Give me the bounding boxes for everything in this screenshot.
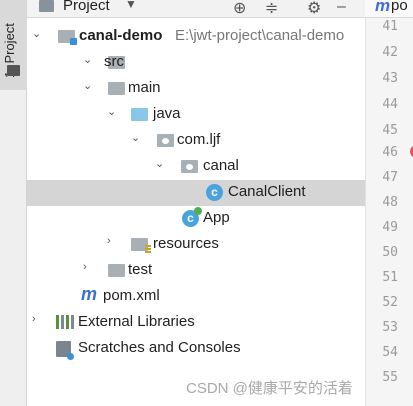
line-number: 47 xyxy=(382,170,398,185)
line-number: 41 xyxy=(382,19,398,34)
tree-item-external-libraries[interactable]: › External Libraries xyxy=(27,310,365,336)
line-number: 55 xyxy=(382,370,398,385)
chevron-down-icon[interactable]: ⌄ xyxy=(155,157,164,170)
watermark: CSDN @健康平安的活着 xyxy=(186,380,353,397)
class-icon: c xyxy=(206,184,223,201)
resources-folder-icon xyxy=(131,238,151,253)
line-number: 44 xyxy=(382,97,398,112)
project-view-selector[interactable]: Project xyxy=(63,0,110,14)
tree-item-label: resources xyxy=(153,235,219,252)
gear-icon[interactable]: ⚙ xyxy=(307,0,321,18)
libraries-icon xyxy=(56,315,74,329)
chevron-right-icon[interactable]: › xyxy=(32,313,36,325)
tree-item-label: CanalClient xyxy=(228,183,306,200)
editor-gutter: 41 42 43 44 45 46 47 48 49 50 51 52 53 5… xyxy=(365,0,413,406)
tree-item-label: test xyxy=(128,261,153,278)
tree-item-label: canal-demo xyxy=(79,27,163,44)
line-number: 50 xyxy=(382,245,398,260)
chevron-down-icon[interactable]: ⌄ xyxy=(131,131,140,144)
chevron-down-icon[interactable]: ⌄ xyxy=(83,53,92,66)
project-icon xyxy=(39,0,54,12)
line-number: 43 xyxy=(382,71,398,86)
tree-item-label: Scratches and Consoles xyxy=(78,339,241,356)
maven-icon: m xyxy=(81,284,98,304)
module-folder-icon xyxy=(58,30,77,45)
chevron-right-icon[interactable]: › xyxy=(83,261,87,273)
chevron-down-icon[interactable]: ⌄ xyxy=(107,105,116,118)
line-number: 45 xyxy=(382,123,398,138)
hide-panel-icon[interactable]: – xyxy=(337,0,346,16)
chevron-down-icon[interactable]: ▼ xyxy=(125,0,137,11)
maven-icon: m xyxy=(375,0,391,15)
chevron-right-icon[interactable]: › xyxy=(107,235,111,247)
tree-item-java[interactable]: ⌄ java xyxy=(27,102,365,128)
editor-tab-label: po xyxy=(391,0,408,14)
package-icon xyxy=(157,134,174,147)
tree-item-label: src xyxy=(104,53,124,70)
tree-item-canalclient[interactable]: c CanalClient xyxy=(27,180,365,206)
line-number: 52 xyxy=(382,295,398,310)
tree-item-label: App xyxy=(203,209,230,226)
editor-tab-pom[interactable]: m po xyxy=(365,0,413,18)
line-number: 53 xyxy=(382,320,398,335)
tree-item-scratches[interactable]: Scratches and Consoles xyxy=(27,336,365,362)
locate-target-icon[interactable]: ⊕ xyxy=(233,0,246,18)
tree-item-label: main xyxy=(128,79,161,96)
line-number: 54 xyxy=(382,345,398,360)
scratches-icon xyxy=(56,341,74,360)
tree-item-label: canal xyxy=(203,157,239,174)
line-number: 46 xyxy=(382,145,398,160)
tree-item-label: External Libraries xyxy=(78,313,195,330)
line-number: 48 xyxy=(382,195,398,210)
project-tool-tab[interactable]: 1: Project xyxy=(0,0,27,90)
tree-item-app[interactable]: c App xyxy=(27,206,365,232)
project-panel-header: Project ▼ ⊕ ≑ ⚙ – xyxy=(27,0,365,18)
line-number: 49 xyxy=(382,220,398,235)
source-folder-icon xyxy=(131,108,148,121)
module-path: E:\jwt-project\canal-demo xyxy=(175,27,345,44)
chevron-down-icon[interactable]: ⌄ xyxy=(83,79,92,92)
tree-item-resources[interactable]: › resources xyxy=(27,232,365,258)
tree-item-label: pom.xml xyxy=(103,287,160,304)
folder-icon xyxy=(108,82,125,95)
tree-item-canal[interactable]: ⌄ canal xyxy=(27,154,365,180)
tree-item-label: com.ljf xyxy=(177,131,221,148)
tree-item-main[interactable]: ⌄ main xyxy=(27,76,365,102)
tree-item-label: java xyxy=(153,105,181,122)
tree-item-com-ljf[interactable]: ⌄ com.ljf xyxy=(27,128,365,154)
tree-item-test[interactable]: › test xyxy=(27,258,365,284)
tool-window-strip: 1: Project xyxy=(0,0,27,406)
folder-icon xyxy=(108,264,125,277)
folder-icon xyxy=(7,65,20,76)
tree-item-canal-demo[interactable]: ⌄ canal-demo E:\jwt-project\canal-demo xyxy=(27,24,365,50)
tree-item-pom[interactable]: m pom.xml xyxy=(27,284,365,310)
line-number: 51 xyxy=(382,270,398,285)
runnable-class-icon: c xyxy=(182,207,202,227)
package-icon xyxy=(181,160,198,173)
tree-item-src[interactable]: ⌄ src xyxy=(27,50,365,76)
chevron-down-icon[interactable]: ⌄ xyxy=(32,27,41,40)
collapse-all-icon[interactable]: ≑ xyxy=(265,0,278,18)
line-number: 42 xyxy=(382,45,398,60)
